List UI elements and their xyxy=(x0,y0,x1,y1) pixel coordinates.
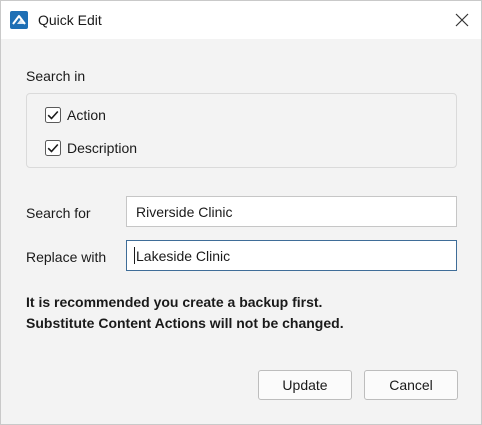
title-bar[interactable]: Quick Edit xyxy=(1,1,481,39)
warning-line-2: Substitute Content Actions will not be c… xyxy=(26,315,344,331)
checkmark-icon xyxy=(45,140,61,156)
action-checkbox-label: Action xyxy=(67,107,106,123)
backup-warning: It is recommended you create a backup fi… xyxy=(26,292,344,334)
action-checkbox[interactable] xyxy=(45,107,61,123)
search-for-label: Search for xyxy=(26,205,91,221)
search-for-input[interactable]: Riverside Clinic xyxy=(126,196,457,227)
replace-with-value: Lakeside Clinic xyxy=(136,247,231,264)
close-button[interactable] xyxy=(447,5,477,35)
search-in-label: Search in xyxy=(26,68,86,84)
description-checkbox[interactable] xyxy=(45,140,61,156)
close-icon xyxy=(455,13,469,27)
quick-edit-dialog: Quick Edit Search in Action Description … xyxy=(0,0,482,425)
text-caret xyxy=(134,247,135,264)
search-for-value: Riverside Clinic xyxy=(136,203,233,220)
replace-with-input[interactable]: Lakeside Clinic xyxy=(126,240,457,271)
warning-line-1: It is recommended you create a backup fi… xyxy=(26,294,323,310)
description-checkbox-row[interactable]: Description xyxy=(45,138,137,158)
window-title: Quick Edit xyxy=(38,12,102,28)
action-checkbox-row[interactable]: Action xyxy=(45,105,106,125)
replace-with-label: Replace with xyxy=(26,249,107,265)
app-logo-icon xyxy=(10,11,28,29)
update-button[interactable]: Update xyxy=(258,370,352,400)
checkmark-icon xyxy=(45,107,61,123)
description-checkbox-label: Description xyxy=(67,140,138,156)
cancel-button[interactable]: Cancel xyxy=(364,370,458,400)
